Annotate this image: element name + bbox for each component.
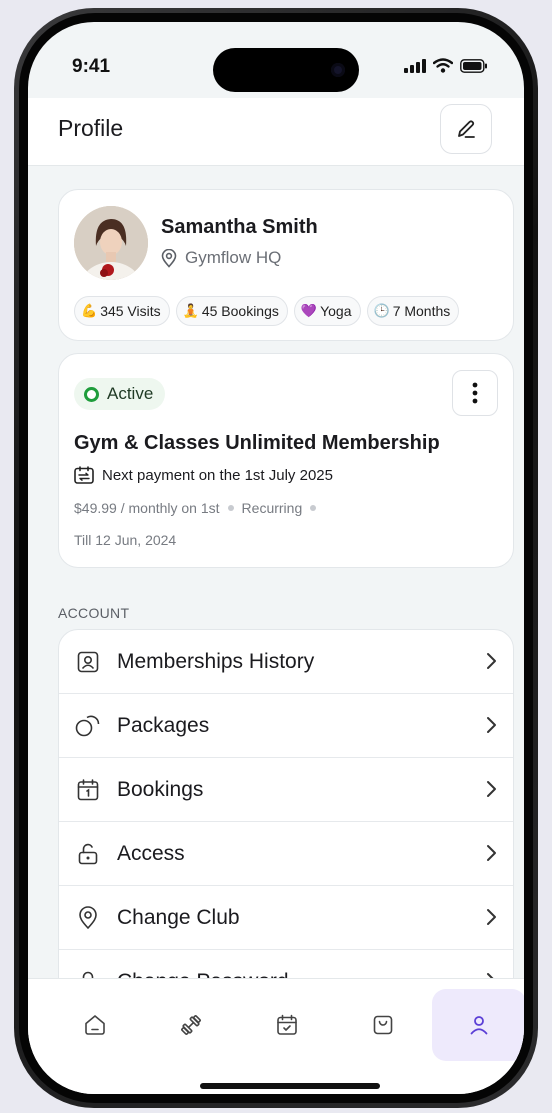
app-header: Profile bbox=[28, 98, 524, 166]
next-payment-label: Next payment on the 1st July 2025 bbox=[102, 466, 333, 484]
menu-item-packages[interactable]: Packages bbox=[59, 694, 513, 758]
menu-item-access[interactable]: Access bbox=[59, 822, 513, 886]
battery-icon bbox=[460, 58, 487, 73]
menu-item-bookings[interactable]: Bookings bbox=[59, 758, 513, 822]
menu-label: Memberships History bbox=[117, 649, 315, 673]
status-badge: Active bbox=[74, 378, 166, 410]
membership-title: Gym & Classes Unlimited Membership bbox=[74, 432, 440, 454]
membership-type: Recurring bbox=[241, 500, 303, 516]
membership-price: $49.99 / monthly on 1st bbox=[74, 500, 220, 516]
chips-fade bbox=[470, 296, 500, 328]
page-title: Profile bbox=[58, 115, 124, 141]
phone-frame: 9:41 Profile Samantha Smith Gymflow HQ 💪… bbox=[14, 8, 538, 1108]
membership-card[interactable]: Active Gym & Classes Unlimited Membershi… bbox=[58, 353, 514, 568]
separator-dot bbox=[310, 505, 317, 511]
chip-bookings: 🧘 45 Bookings bbox=[175, 296, 288, 326]
dumbbell-icon bbox=[181, 1015, 201, 1035]
menu-item-change-club[interactable]: Change Club bbox=[59, 886, 513, 950]
status-time: 9:41 bbox=[72, 56, 111, 77]
home-icon bbox=[85, 1015, 105, 1035]
edit-profile-button[interactable] bbox=[440, 104, 492, 154]
status-bar: 9:41 bbox=[28, 22, 524, 102]
chip-label: Yoga bbox=[320, 303, 352, 319]
membership-meta: $49.99 / monthly on 1st Recurring bbox=[74, 500, 317, 516]
shopping-bag-icon bbox=[373, 1015, 393, 1035]
chip-months: 🕒 7 Months bbox=[366, 296, 460, 326]
clock-icon: 🕒 bbox=[373, 303, 390, 318]
tab-workouts[interactable] bbox=[144, 989, 238, 1061]
profile-content[interactable]: Samantha Smith Gymflow HQ 💪 345 Visits 🧘… bbox=[28, 167, 524, 989]
phone-bezel: 9:41 Profile Samantha Smith Gymflow HQ 💪… bbox=[19, 13, 533, 1103]
tab-schedule[interactable] bbox=[240, 989, 334, 1061]
status-icons bbox=[404, 58, 488, 73]
status-dot-icon bbox=[84, 386, 99, 402]
chevron-right-icon bbox=[487, 909, 496, 925]
chevron-right-icon bbox=[487, 845, 496, 861]
calendar-icon bbox=[75, 777, 101, 803]
location-pin-icon bbox=[161, 248, 177, 268]
chevron-right-icon bbox=[487, 717, 496, 733]
tab-profile[interactable] bbox=[432, 989, 524, 1061]
purple-heart-icon: 💜 bbox=[300, 303, 318, 318]
app-screen: 9:41 Profile Samantha Smith Gymflow HQ 💪… bbox=[28, 22, 524, 1094]
unlock-icon bbox=[75, 841, 101, 867]
menu-label: Access bbox=[117, 841, 185, 865]
calendar-check-icon bbox=[277, 1014, 297, 1035]
chip-yoga: 💜 Yoga bbox=[293, 296, 361, 326]
user-icon bbox=[470, 1016, 488, 1035]
pencil-icon bbox=[458, 120, 475, 138]
avatar bbox=[74, 206, 148, 280]
dynamic-island bbox=[213, 48, 359, 92]
stats-chips[interactable]: 💪 345 Visits 🧘 45 Bookings 💜 Yoga 🕒 7 Mo… bbox=[74, 296, 500, 328]
profile-location: Gymflow HQ bbox=[161, 248, 281, 268]
membership-options-button[interactable] bbox=[452, 370, 498, 416]
menu-label: Change Club bbox=[117, 905, 240, 929]
chip-label: 345 Visits bbox=[100, 303, 161, 319]
recurring-calendar-icon bbox=[74, 466, 94, 484]
signal-icon bbox=[404, 58, 426, 73]
status-label: Active bbox=[107, 384, 154, 403]
chip-label: 45 Bookings bbox=[201, 303, 279, 319]
chevron-right-icon bbox=[487, 653, 496, 669]
next-payment: Next payment on the 1st July 2025 bbox=[74, 466, 333, 484]
membership-till: Till 12 Jun, 2024 bbox=[74, 532, 177, 548]
home-indicator[interactable] bbox=[200, 1083, 380, 1089]
more-vertical-icon bbox=[472, 382, 478, 404]
camera-icon bbox=[331, 63, 345, 77]
flexed-arm-icon: 💪 bbox=[81, 303, 98, 318]
chip-label: 7 Months bbox=[392, 303, 451, 319]
tab-home[interactable] bbox=[48, 989, 142, 1061]
menu-label: Packages bbox=[117, 713, 210, 737]
chevron-right-icon bbox=[487, 781, 496, 797]
account-menu: Memberships History Packages Bookings Ac… bbox=[58, 629, 514, 989]
bottom-tab-bar bbox=[28, 978, 524, 1094]
separator-dot bbox=[227, 505, 234, 511]
meditation-icon: 🧘 bbox=[182, 303, 199, 318]
profile-card: Samantha Smith Gymflow HQ 💪 345 Visits 🧘… bbox=[58, 189, 514, 341]
menu-label: Bookings bbox=[117, 777, 204, 801]
section-heading-account: ACCOUNT bbox=[58, 605, 130, 621]
wifi-icon bbox=[433, 58, 453, 73]
location-pin-icon bbox=[75, 905, 101, 931]
profile-name: Samantha Smith bbox=[161, 216, 318, 238]
chip-visits: 💪 345 Visits bbox=[74, 296, 170, 326]
menu-item-memberships-history[interactable]: Memberships History bbox=[59, 630, 513, 694]
tab-shop[interactable] bbox=[336, 989, 430, 1061]
packages-icon bbox=[75, 713, 101, 739]
id-badge-icon bbox=[75, 649, 101, 675]
location-label: Gymflow HQ bbox=[185, 248, 282, 267]
